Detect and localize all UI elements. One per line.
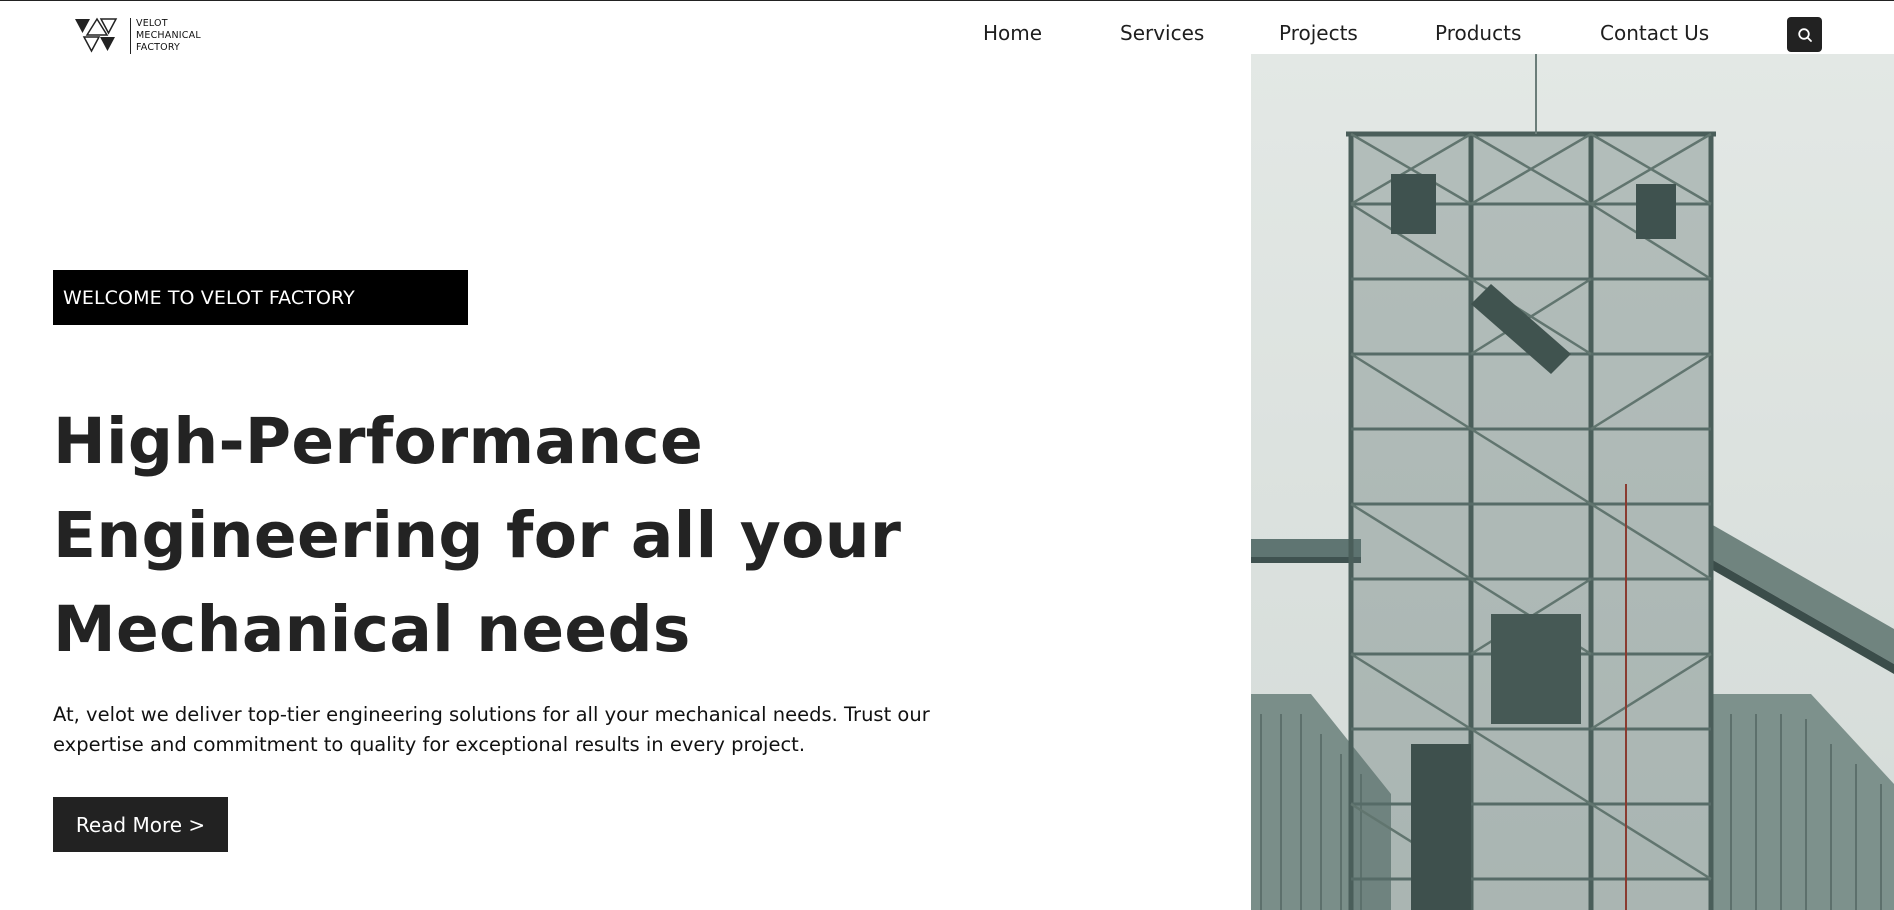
logo-divider xyxy=(130,18,131,54)
read-more-button[interactable]: Read More > xyxy=(53,797,228,852)
hero-description: At, velot we deliver top-tier engineerin… xyxy=(53,700,1013,760)
nav-services[interactable]: Services xyxy=(1120,21,1204,45)
hero-title: High-Performance Engineering for all you… xyxy=(53,395,953,677)
hero-title-line-2: Engineering for all your xyxy=(53,499,902,572)
triangles-logo-icon xyxy=(75,17,118,53)
nav-home[interactable]: Home xyxy=(983,21,1042,45)
nav-contact-us[interactable]: Contact Us xyxy=(1600,21,1709,45)
brand-line-2: MECHANICAL xyxy=(136,30,201,41)
nav-products[interactable]: Products xyxy=(1435,21,1521,45)
hero-title-line-3: Mechanical needs xyxy=(53,593,691,666)
welcome-badge: WELCOME TO VELOT FACTORY xyxy=(53,270,468,325)
hero-title-line-1: High-Performance xyxy=(53,405,704,478)
hero-description-line-1: At, velot we deliver top-tier engineerin… xyxy=(53,703,930,726)
brand-logo[interactable]: VELOT MECHANICAL FACTORY xyxy=(74,17,204,55)
brand-name: VELOT MECHANICAL FACTORY xyxy=(136,18,201,54)
top-border xyxy=(0,0,1894,1)
brand-line-1: VELOT xyxy=(136,18,168,29)
industrial-tower-photo xyxy=(1251,54,1894,910)
hero-description-line-2: expertise and commitment to quality for … xyxy=(53,733,806,756)
nav-projects[interactable]: Projects xyxy=(1279,21,1358,45)
search-icon xyxy=(1797,27,1812,42)
brand-line-3: FACTORY xyxy=(136,42,181,53)
search-button[interactable] xyxy=(1787,17,1822,52)
